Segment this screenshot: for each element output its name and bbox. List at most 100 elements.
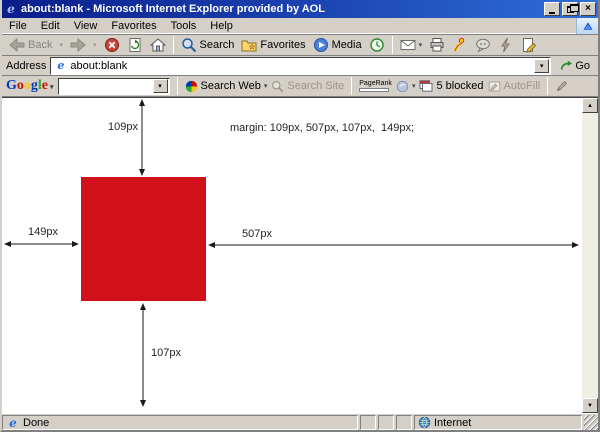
favorites-button[interactable]: Favorites xyxy=(238,35,308,55)
refresh-button[interactable] xyxy=(124,35,146,55)
page-content: 109px margin: 109px, 507px, 107px, 149px… xyxy=(2,98,582,413)
pagerank-indicator[interactable]: PageRank xyxy=(359,80,392,92)
mail-icon xyxy=(400,37,416,53)
print-button[interactable] xyxy=(426,35,448,55)
page-info-icon xyxy=(396,80,409,93)
google-logo-dropdown[interactable]: ▾ xyxy=(50,84,54,91)
margin-declaration-text: margin: 109px, 507px, 107px, 149px; xyxy=(230,122,414,134)
home-button[interactable] xyxy=(147,35,169,55)
go-arrow-icon xyxy=(559,59,573,73)
address-bar: Address e about:blank ▾ Go xyxy=(2,56,598,76)
media-icon xyxy=(313,37,329,53)
window-controls: × xyxy=(544,2,596,16)
internet-globe-icon xyxy=(418,416,431,429)
stop-button[interactable] xyxy=(101,35,123,55)
favorites-icon xyxy=(241,37,257,53)
page-icon: e xyxy=(54,59,67,72)
menu-bar: File Edit View Favorites Tools Help xyxy=(2,18,598,34)
address-input[interactable]: e about:blank ▾ xyxy=(50,57,551,75)
toolbar-separator xyxy=(392,36,393,54)
highlight-pen-button[interactable] xyxy=(555,79,569,93)
main-toolbar: Back ▾ ▾ Search Favorites Media xyxy=(2,34,598,56)
address-value: about:blank xyxy=(70,60,531,72)
minimize-button[interactable] xyxy=(544,2,560,16)
forward-button[interactable] xyxy=(67,35,89,55)
status-pane-3 xyxy=(396,415,412,430)
back-dropdown[interactable]: ▾ xyxy=(56,35,66,55)
edit-button[interactable] xyxy=(518,35,540,55)
zone-text: Internet xyxy=(434,417,471,429)
aim-icon xyxy=(452,37,468,53)
ie-logo-icon: e xyxy=(4,2,18,16)
address-label: Address xyxy=(6,60,46,72)
google-logo[interactable]: Google ▾ xyxy=(6,78,54,94)
window-title: about:blank - Microsoft Internet Explore… xyxy=(21,3,541,15)
go-button[interactable]: Go xyxy=(555,57,594,75)
scroll-up-button[interactable]: ▲ xyxy=(582,98,598,113)
messenger-icon xyxy=(475,37,491,53)
forward-dropdown[interactable]: ▾ xyxy=(90,35,100,55)
menu-file[interactable]: File xyxy=(2,18,34,33)
google-separator xyxy=(177,77,178,95)
google-toolbar: Google ▾ ▾ Search Web ▾ Search Site Page… xyxy=(2,76,598,97)
menu-favorites[interactable]: Favorites xyxy=(104,18,163,33)
address-dropdown-button[interactable]: ▾ xyxy=(534,59,549,73)
status-pane-2 xyxy=(378,415,394,430)
back-arrow-icon xyxy=(9,37,25,53)
scroll-down-button[interactable]: ▼ xyxy=(582,398,598,413)
search-site-icon xyxy=(271,80,284,93)
dimension-arrows xyxy=(2,98,582,413)
search-site-button[interactable]: Search Site xyxy=(271,80,344,93)
google-search-dropdown[interactable]: ▾ xyxy=(153,79,168,93)
top-margin-label: 109px xyxy=(92,121,138,133)
restore-icon xyxy=(567,6,574,13)
lightning-icon xyxy=(498,37,514,53)
page-info-button[interactable]: ▾ xyxy=(396,80,416,93)
menu-view[interactable]: View xyxy=(67,18,105,33)
edit-icon xyxy=(521,37,537,53)
popup-blocked-icon xyxy=(419,80,433,92)
google-separator xyxy=(351,77,352,95)
title-bar: e about:blank - Microsoft Internet Explo… xyxy=(2,0,598,18)
right-margin-label: 507px xyxy=(242,228,272,240)
stop-icon xyxy=(104,37,120,53)
pen-icon xyxy=(555,79,569,93)
search-button[interactable]: Search xyxy=(178,35,238,55)
minimize-icon xyxy=(549,12,555,14)
lightning-button[interactable] xyxy=(495,35,517,55)
status-page-icon: e xyxy=(6,416,20,430)
google-search-input[interactable]: ▾ xyxy=(58,78,170,95)
forward-arrow-icon xyxy=(70,37,86,53)
messenger-button[interactable] xyxy=(472,35,494,55)
autofill-button[interactable]: AutoFill xyxy=(488,80,541,93)
back-button[interactable]: Back xyxy=(6,35,55,55)
status-text: Done xyxy=(23,417,49,429)
left-margin-label: 149px xyxy=(28,226,58,238)
aol-logo-icon xyxy=(576,18,598,34)
status-bar: e Done Internet xyxy=(2,413,598,430)
autofill-icon xyxy=(488,80,501,93)
google-separator xyxy=(547,77,548,95)
refresh-icon xyxy=(127,37,143,53)
history-icon xyxy=(369,37,385,53)
search-icon xyxy=(181,37,197,53)
aim-button[interactable] xyxy=(449,35,471,55)
menu-help[interactable]: Help xyxy=(203,18,240,33)
search-web-button[interactable]: Search Web ▾ xyxy=(185,80,268,93)
mail-button[interactable]: ▾ xyxy=(397,35,426,55)
bottom-margin-label: 107px xyxy=(151,347,181,359)
page-viewport: 109px margin: 109px, 507px, 107px, 149px… xyxy=(2,97,598,413)
menu-tools[interactable]: Tools xyxy=(164,18,204,33)
vertical-scrollbar[interactable]: ▲ ▼ xyxy=(582,98,598,413)
status-message-pane: e Done xyxy=(2,415,358,430)
home-icon xyxy=(150,37,166,53)
security-zone-pane: Internet xyxy=(414,415,582,430)
resize-grip[interactable] xyxy=(584,415,598,430)
media-button[interactable]: Media xyxy=(310,35,365,55)
menu-edit[interactable]: Edit xyxy=(34,18,67,33)
restore-button[interactable] xyxy=(562,2,578,16)
popup-blocked-button[interactable]: 5 blocked xyxy=(419,80,483,92)
history-button[interactable] xyxy=(366,35,388,55)
close-button[interactable]: × xyxy=(580,2,596,16)
status-pane-1 xyxy=(360,415,376,430)
